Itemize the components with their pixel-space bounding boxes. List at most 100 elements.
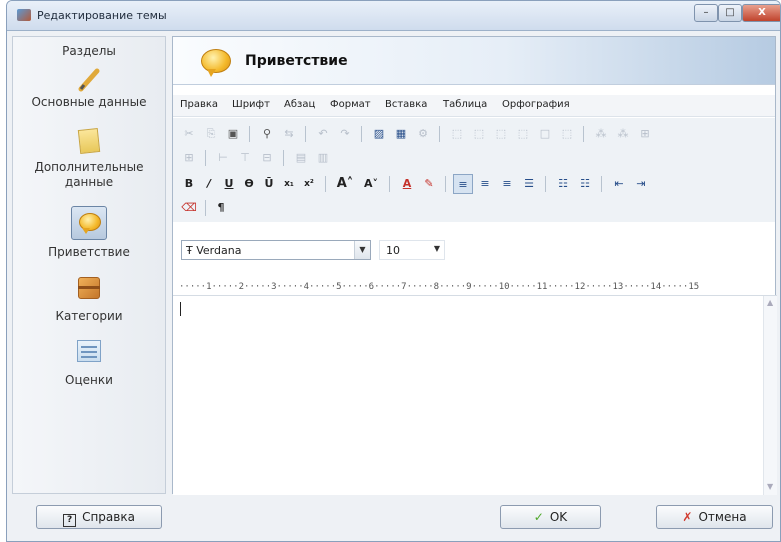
indent-icon[interactable]: ⇥ [631,174,651,194]
menu-edit[interactable]: Правка [180,99,218,110]
help-icon: ? [63,514,77,527]
scroll-down-icon[interactable]: ▼ [767,482,773,491]
table-delete-icon[interactable]: ⊟ [257,148,277,168]
toolbar-row-misc: ⌫ ¶ [179,196,769,220]
toolbar-row-clipboard: ✂ ⎘ ▣ ⚲ ⇆ ↶ ↷ ▨ ▦ ⚙ ⬚ ⬚ ⬚ ⬚ □ ⬚ ⁂ ⁂ ⊞ [179,122,769,146]
redo-icon[interactable]: ↷ [335,124,355,144]
shrink-font-button[interactable]: A˅ [359,174,383,194]
help-button-label: Справка [82,510,135,524]
font-size-select[interactable]: 10 ▼ [379,240,445,260]
speech-bubble-tail [207,69,216,77]
speech-bubble-icon [201,49,231,73]
menu-font[interactable]: Шрифт [232,99,270,110]
align-left-icon[interactable]: ≡ [453,174,473,194]
font-family-select[interactable]: Ŧ Verdana ▼ [181,240,371,260]
sidebar-item-categories[interactable]: Категории [13,273,165,324]
minimize-button[interactable]: – [694,4,718,22]
sidebar-item-label: Дополнительные данные [34,160,144,189]
table-insert-icon[interactable]: ⊤ [235,148,255,168]
table-rows-icon[interactable]: ⁂ [591,124,611,144]
sections-sidebar: Разделы Основные данные Дополнительные д… [12,36,166,494]
box-icon [73,273,105,303]
underline-button[interactable]: U [219,174,239,194]
table-rows-icon[interactable]: ⁂ [613,124,633,144]
overline-button[interactable]: Ū [259,174,279,194]
toolbar-separator [445,176,446,192]
sidebar-item-greeting[interactable]: Приветствие [13,206,165,260]
clear-format-icon[interactable]: ⌫ [179,198,199,218]
table-borders-icon[interactable]: ⬚ [491,124,511,144]
speech-bubble-icon [71,206,107,240]
toolbar-separator [205,200,206,216]
show-pilcrow-button[interactable]: ¶ [211,198,231,218]
rich-text-editor[interactable]: ▲ ▼ [173,295,777,495]
scroll-up-icon[interactable]: ▲ [767,298,773,307]
text-caret [180,302,181,316]
cut-icon[interactable]: ✂ [179,124,199,144]
font-icon: Ŧ [186,244,193,257]
help-button[interactable]: ? Справка [36,505,162,529]
bullet-list-icon[interactable]: ☷ [553,174,573,194]
table-columns-icon[interactable]: ⊞ [635,124,655,144]
find-icon[interactable]: ⚲ [257,124,277,144]
cancel-icon: ✗ [682,510,693,524]
toolbar-separator [305,126,306,142]
dialog-footer: ? Справка ✓ OK ✗ Отмена [7,497,780,541]
sidebar-item-label: Оценки [65,373,113,387]
table-split-icon[interactable]: ⊞ [179,148,199,168]
table-merge-icon[interactable]: ▤ [291,148,311,168]
font-family-value: Ŧ Verdana [186,244,241,257]
window-title: Редактирование темы [37,9,167,22]
replace-icon[interactable]: ⇆ [279,124,299,144]
table-borders-icon[interactable]: ⬚ [447,124,467,144]
align-right-icon[interactable]: ≡ [497,174,517,194]
menu-insert[interactable]: Вставка [385,99,427,110]
subscript-button[interactable]: x₁ [279,174,299,194]
copy-icon[interactable]: ⎘ [201,124,221,144]
outdent-icon[interactable]: ⇤ [609,174,629,194]
italic-button[interactable]: / [199,174,219,194]
highlight-color-icon[interactable]: ✎ [419,174,439,194]
superscript-button[interactable]: x² [299,174,319,194]
numbered-list-icon[interactable]: ☷ [575,174,595,194]
table-borders-icon[interactable]: ⬚ [469,124,489,144]
paste-icon[interactable]: ▣ [223,124,243,144]
sidebar-item-label: Приветствие [48,245,130,259]
table-merge-icon[interactable]: ▥ [313,148,333,168]
table-insert-icon[interactable]: ⊢ [213,148,233,168]
menu-paragraph[interactable]: Абзац [284,99,315,110]
table-borders-icon[interactable]: ⬚ [513,124,533,144]
menu-table[interactable]: Таблица [443,99,487,110]
link-icon[interactable]: ⚙ [413,124,433,144]
chevron-down-icon[interactable]: ▼ [354,241,370,259]
menu-format[interactable]: Формат [330,99,371,110]
sidebar-item-ratings[interactable]: Оценки [13,337,165,388]
close-button[interactable]: X [742,4,780,22]
sidebar-item-basic-data[interactable]: Основные данные [13,65,165,110]
menu-spelling[interactable]: Орфография [502,99,570,110]
table-borders-icon[interactable]: ⬚ [557,124,577,144]
align-center-icon[interactable]: ≡ [475,174,495,194]
editor-menubar: Правка Шрифт Абзац Формат Вставка Таблиц… [173,95,775,117]
font-color-button[interactable]: A [397,174,417,194]
insert-image-icon[interactable]: ▨ [369,124,389,144]
title-bar[interactable]: Редактирование темы – □ X [7,1,780,31]
bold-button[interactable]: B [179,174,199,194]
sidebar-item-additional-data[interactable]: Дополнительные данные [13,127,165,190]
insert-table-icon[interactable]: ▦ [391,124,411,144]
ruler[interactable]: ·····1·····2·····3·····4·····5·····6····… [173,279,775,295]
edit-theme-window: Редактирование темы – □ X Разделы Основн… [6,0,781,542]
align-justify-icon[interactable]: ☰ [519,174,539,194]
chevron-down-icon[interactable]: ▼ [434,244,440,253]
ok-button[interactable]: ✓ OK [500,505,601,529]
table-borders-icon[interactable]: □ [535,124,555,144]
maximize-button[interactable]: □ [718,4,742,22]
grow-font-button[interactable]: A˄ [333,174,357,194]
toolbar-separator [601,176,602,192]
toolbar-separator [545,176,546,192]
strikethrough-button[interactable]: Ɵ [239,174,259,194]
font-size-value: 10 [386,244,400,257]
undo-icon[interactable]: ↶ [313,124,333,144]
cancel-button[interactable]: ✗ Отмена [656,505,773,529]
vertical-scrollbar[interactable]: ▲ ▼ [763,296,777,495]
